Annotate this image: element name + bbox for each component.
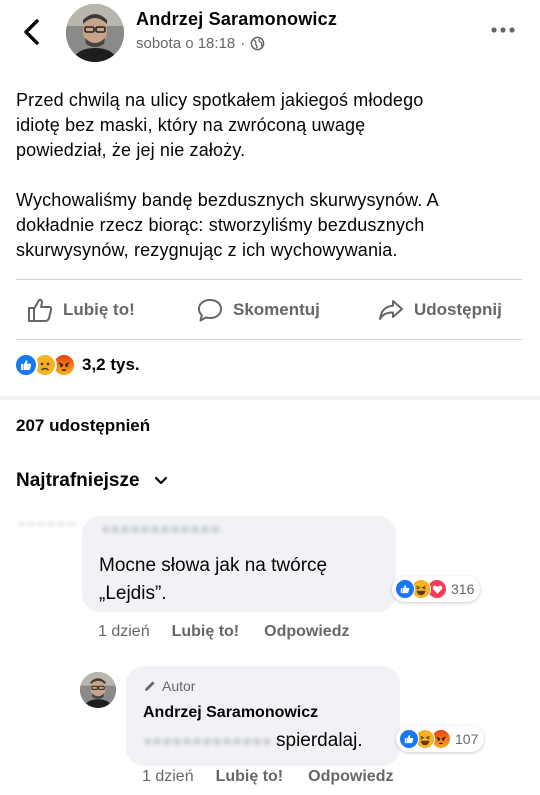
- like-reaction-icon: [14, 353, 38, 377]
- chevron-down-icon: [154, 476, 167, 485]
- more-options-icon[interactable]: [488, 20, 518, 40]
- post-body: Przed chwilą na ulicy spotkałem jakiegoś…: [16, 88, 526, 263]
- reactions-summary[interactable]: 3,2 tys.: [14, 353, 140, 377]
- divider: [16, 339, 522, 340]
- author-badge-label: Autor: [162, 678, 196, 694]
- share-arrow-icon: [379, 300, 403, 320]
- comment-reactions[interactable]: 316: [392, 576, 481, 602]
- comment-bubble-icon: [198, 299, 222, 322]
- post-author-name[interactable]: Andrzej Saramonowicz: [136, 9, 337, 30]
- comment-label: Skomentuj: [233, 300, 320, 319]
- reply-reply-button[interactable]: Odpowiedz: [308, 768, 393, 786]
- comment-like-button[interactable]: Lubię to!: [172, 623, 240, 641]
- shares-count[interactable]: 207 udostępnień: [16, 416, 150, 436]
- reply-like-button[interactable]: Lubię to!: [216, 768, 284, 786]
- comment-reply-button[interactable]: Odpowiedz: [264, 623, 349, 641]
- divider: [16, 279, 522, 280]
- reply-text: spierdalaj.: [276, 730, 363, 751]
- reaction-count: 3,2 tys.: [82, 355, 140, 374]
- sort-label: Najtrafniejsze: [16, 470, 140, 491]
- post-paragraph: Przed chwilą na ulicy spotkałem jakiegoś…: [16, 90, 424, 160]
- comment-button[interactable]: Skomentuj: [196, 290, 320, 330]
- post-meta: sobota o 18:18 ·: [136, 35, 265, 52]
- comment-bubble: Mocne słowa jak na twórcę „Lejdis”.: [82, 516, 396, 612]
- reply-author-avatar[interactable]: [80, 672, 116, 708]
- like-reaction-icon: [395, 579, 415, 599]
- comment-time[interactable]: 1 dzień: [98, 623, 150, 641]
- like-reaction-icon: [399, 729, 419, 749]
- author-avatar[interactable]: [66, 4, 124, 62]
- post-action-bar: Lubię to! Skomentuj Udostępnij: [0, 290, 540, 330]
- share-button[interactable]: Udostępnij: [377, 290, 502, 330]
- author-badge: Autor: [143, 678, 195, 694]
- back-arrow-icon[interactable]: [20, 18, 44, 46]
- post-timestamp[interactable]: sobota o 18:18: [136, 35, 235, 52]
- like-button[interactable]: Lubię to!: [26, 290, 135, 330]
- reply-meta: 1 dzień Lubię to! Odpowiedz: [142, 768, 393, 786]
- comment-text: Mocne słowa jak na twórcę „Lejdis”.: [99, 555, 328, 604]
- thumbs-up-icon: [28, 298, 53, 322]
- reply-bubble: Autor Andrzej Saramonowicz spierdalaj.: [126, 666, 400, 766]
- comment-reaction-count: 316: [451, 581, 475, 597]
- comments-sort-dropdown[interactable]: Najtrafniejsze: [16, 470, 168, 492]
- globe-icon: [250, 36, 265, 51]
- reply-time[interactable]: 1 dzień: [142, 768, 194, 786]
- post-paragraph: Wychowaliśmy bandę bezdusznych skurwysyn…: [16, 190, 439, 260]
- redacted-avatar: [18, 522, 78, 526]
- reply-author-name[interactable]: Andrzej Saramonowicz: [143, 704, 318, 722]
- comment-meta: 1 dzień Lubię to! Odpowiedz: [98, 623, 349, 641]
- section-separator: [0, 396, 540, 400]
- share-label: Udostępnij: [414, 300, 502, 319]
- meta-separator: ·: [240, 35, 246, 52]
- like-label: Lubię to!: [63, 300, 135, 319]
- reply-reaction-count: 107: [455, 731, 479, 747]
- redacted-text: [144, 738, 272, 745]
- redacted-commenter-name: [102, 526, 222, 533]
- pencil-icon: [145, 681, 155, 691]
- reply-reactions[interactable]: 107: [396, 726, 485, 752]
